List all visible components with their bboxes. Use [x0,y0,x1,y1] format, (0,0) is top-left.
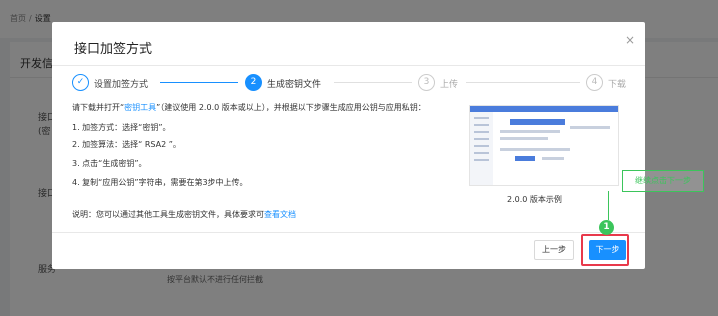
instruction-line: 4. 复制“应用公钥”字符串，需要在第3步中上传。 [72,178,248,187]
footer-divider [52,232,645,233]
step-label-generate: 生成密钥文件 [267,80,322,90]
close-icon[interactable]: × [625,33,635,47]
step-label-settings: 设置加签方式 [94,80,149,90]
annotation-pointer [608,191,609,220]
example-screenshot [469,105,619,186]
step-label-upload: 上传 [440,80,459,90]
intro-text: 请下载并打开“密钥工具”（建议使用 2.0.0 版本或以上），并根据以下步骤生成… [72,103,426,112]
step-number-icon: 2 [245,74,262,91]
step-connector [160,82,238,83]
dialog-title: 接口加签方式 [74,42,153,57]
signing-method-dialog: 接口加签方式 × ✓ 设置加签方式 2 生成密钥文件 3 上传 4 下载 请下载… [52,22,645,269]
step-number-icon: 3 [418,74,435,91]
step-connector [466,82,580,83]
note-text: 说明：您可以通过其他工具生成密钥文件，具体要求可查看文档 [72,210,296,219]
annotation-tooltip: 继续点击下一步 [622,170,704,192]
check-icon: ✓ [72,74,89,91]
step-number-icon: 4 [586,74,603,91]
instruction-line: 1. 加签方式：选择“密钥”。 [72,123,171,132]
step-label-download: 下载 [608,80,627,90]
step-connector [334,82,412,83]
instruction-line: 3. 点击“生成密钥”。 [72,159,147,168]
instruction-line: 2. 加签算法：选择“ RSA2 ”。 [72,140,181,149]
header-divider [52,65,645,66]
highlight-box [581,234,629,266]
key-tool-link[interactable]: 密钥工具 [124,103,156,112]
view-docs-link[interactable]: 查看文档 [264,210,296,219]
prev-step-button[interactable]: 上一步 [534,240,574,260]
step-marker-icon: 1 [599,220,614,235]
example-caption: 2.0.0 版本示例 [507,195,562,204]
steps-bar: ✓ 设置加签方式 2 生成密钥文件 3 上传 4 下载 [72,74,632,94]
